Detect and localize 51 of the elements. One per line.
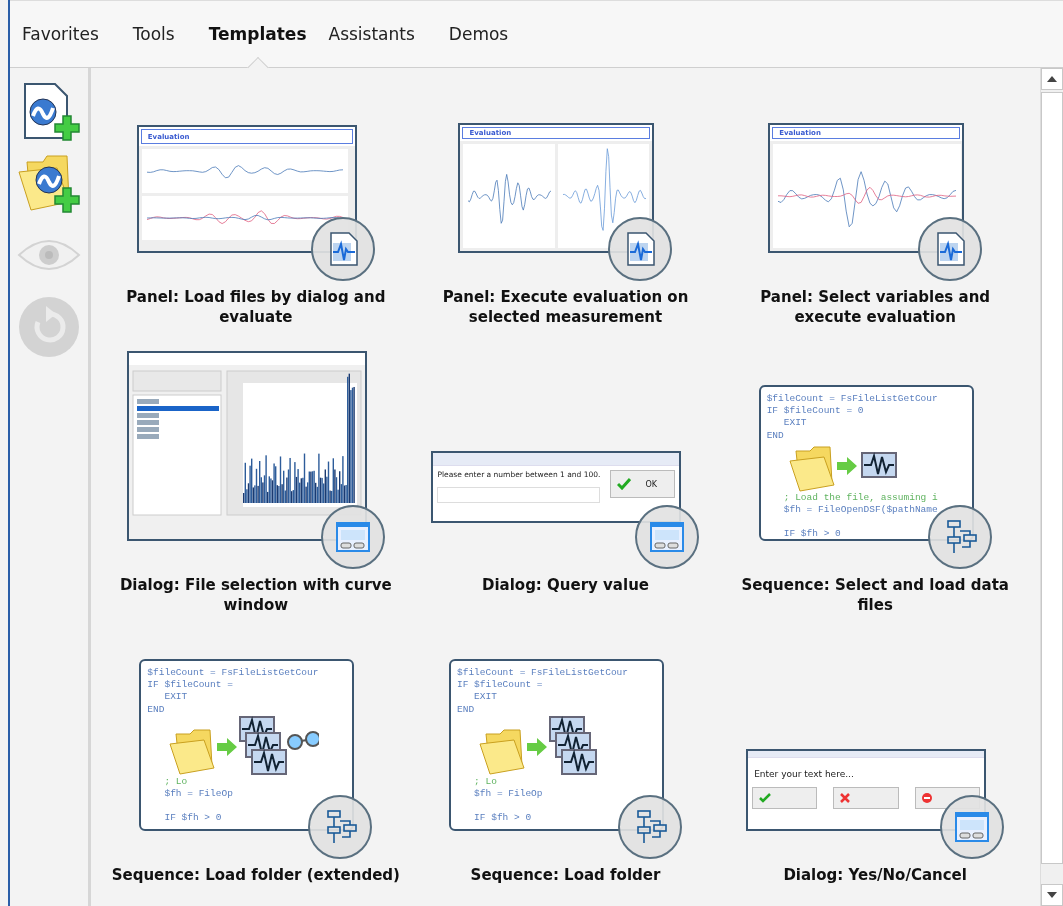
- code-line: $fh = FileOp: [163, 788, 234, 801]
- code-comment: ; Lo: [473, 775, 498, 788]
- template-title[interactable]: Dialog: Yes/No/Cancel: [730, 865, 1021, 885]
- code-line: $fh = FileOpenDSF($pathName: [782, 504, 939, 517]
- code-line: END: [147, 703, 166, 716]
- tab[interactable]: Assistants: [328, 1, 415, 67]
- down-arrow-icon: [1047, 892, 1057, 898]
- template-title[interactable]: Panel: Select variables and execute evaluation: [730, 287, 1021, 327]
- dialog-badge-icon: [320, 505, 385, 569]
- template-title[interactable]: Sequence: Select and load data files: [730, 575, 1021, 615]
- code-line: $fileCount = FsFileListGetCour: [766, 393, 939, 406]
- tab[interactable]: Demos: [448, 1, 509, 67]
- check-icon: [617, 478, 632, 490]
- template-title[interactable]: Dialog: File selection with curve window: [110, 575, 401, 615]
- tab[interactable]: Templates: [208, 1, 307, 67]
- code-line: IF $fileCount =: [147, 679, 234, 692]
- scroll-down-button[interactable]: [1041, 884, 1063, 906]
- scroll-up-button[interactable]: [1041, 68, 1063, 90]
- tab[interactable]: Tools: [132, 1, 175, 67]
- dialog-badge-icon: [635, 505, 700, 569]
- cross-icon: [840, 793, 851, 803]
- tab[interactable]: Favorites: [22, 1, 99, 67]
- code-line: IF $fileCount =: [457, 679, 544, 692]
- scrollbar-thumb[interactable]: [1041, 92, 1063, 864]
- code-line: END: [766, 429, 785, 442]
- template-title[interactable]: Panel: Load files by dialog and evaluate: [110, 287, 401, 327]
- code-comment: ; Lo: [163, 775, 189, 788]
- code-line: IF $fh > 0: [782, 528, 842, 539]
- code-line: IF $fileCount = 0: [766, 405, 865, 418]
- new-folder-icon: [17, 152, 81, 214]
- up-arrow-icon: [1047, 76, 1057, 82]
- code-line: EXIT: [782, 417, 808, 430]
- stop-icon: [921, 793, 932, 803]
- code-line: $fileCount = FsFileListGetCour: [457, 667, 629, 680]
- code-line: END: [457, 703, 476, 716]
- dialog-prompt: Enter your text here...: [754, 769, 854, 779]
- template-title[interactable]: Dialog: Query value: [420, 575, 711, 595]
- code-line: $fh = FileOp: [473, 788, 544, 801]
- code-line: IF $fh > 0: [163, 812, 223, 825]
- sequence-badge-icon: [308, 795, 373, 859]
- code-line: IF $fh > 0: [473, 812, 533, 825]
- code-comment: ; Load the file, assuming i: [782, 491, 939, 504]
- template-title[interactable]: Panel: Execute evaluation on selected measurement: [420, 287, 711, 327]
- refresh-icon: [18, 296, 80, 358]
- code-line: EXIT: [163, 691, 189, 704]
- code-line: $fileCount = FsFileListGetCour: [147, 667, 320, 680]
- template-title[interactable]: Sequence: Load folder (extended): [110, 865, 401, 885]
- template-title[interactable]: Sequence: Load folder: [420, 865, 711, 885]
- sequence-badge-icon: [618, 795, 682, 859]
- code-line: EXIT: [473, 691, 498, 704]
- check-icon: [759, 793, 772, 803]
